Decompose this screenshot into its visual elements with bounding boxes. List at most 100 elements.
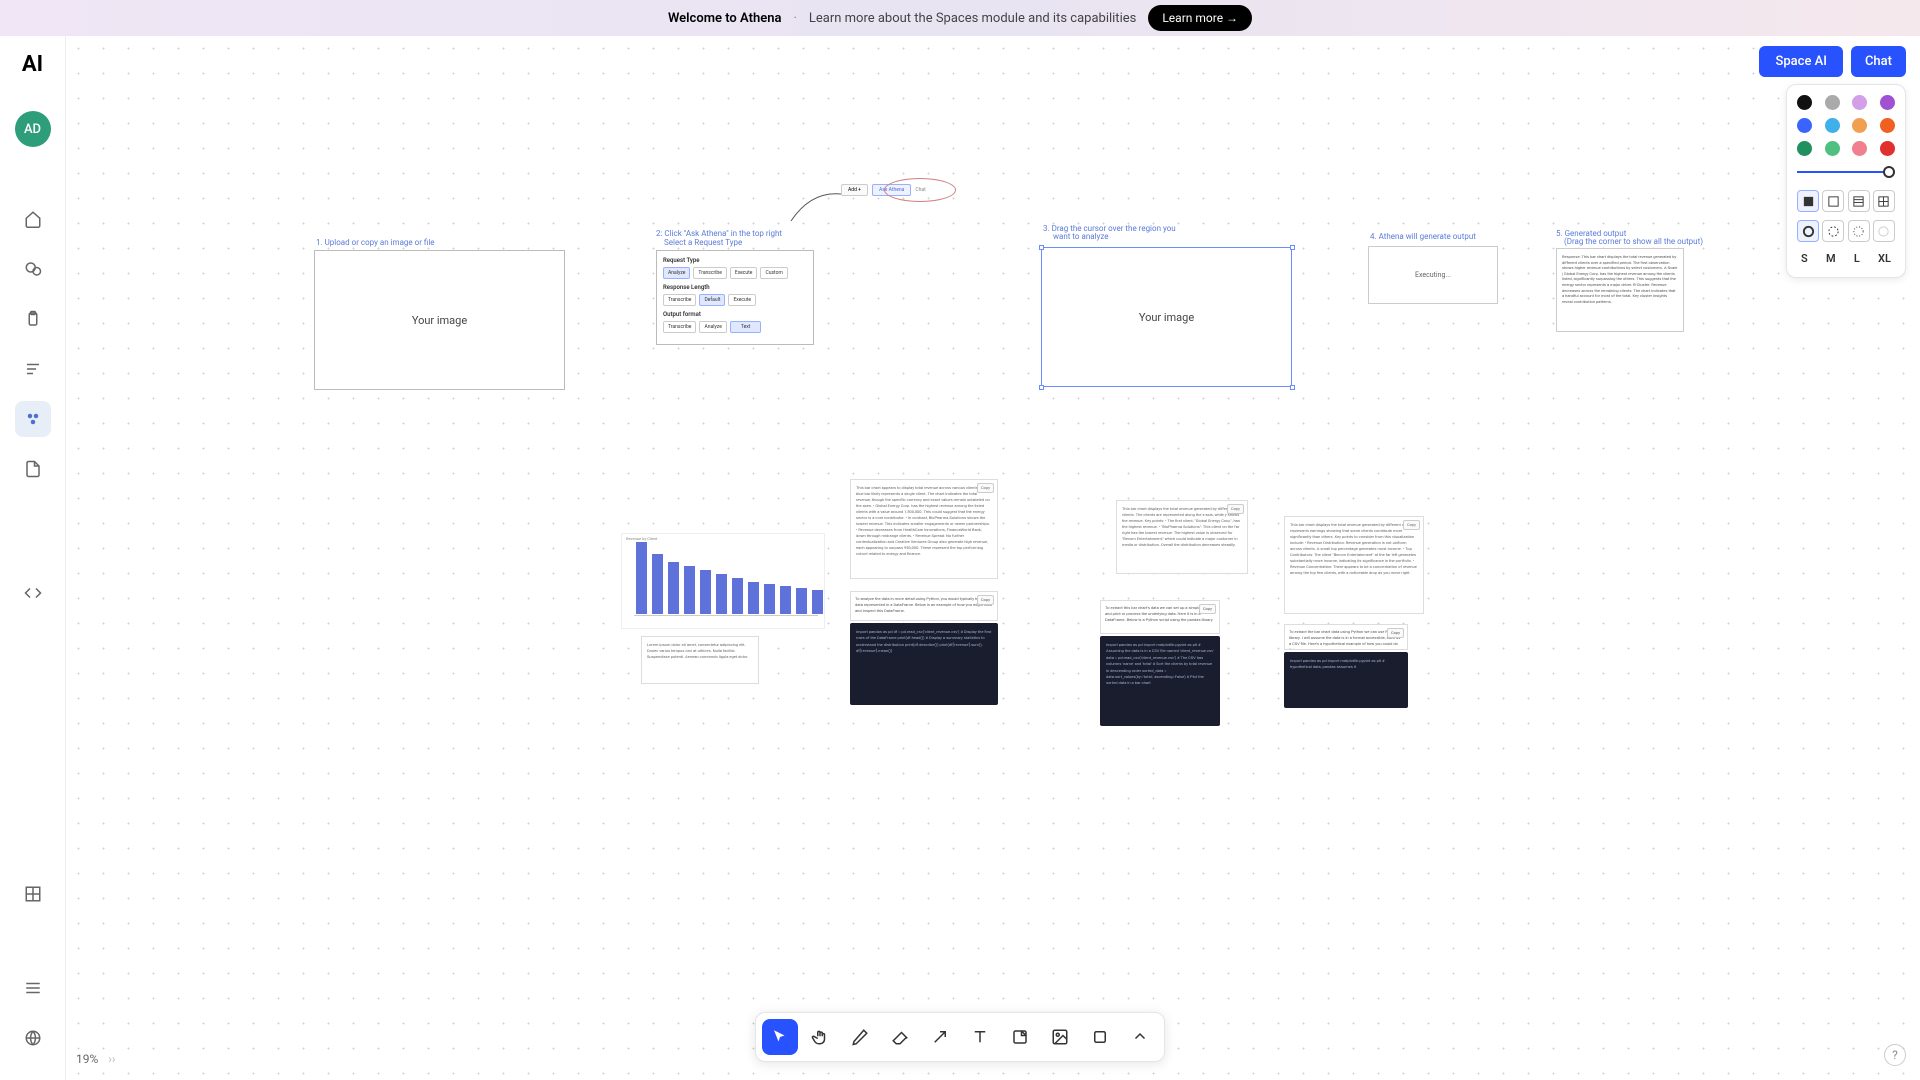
chat-icon[interactable] [15, 251, 51, 287]
code-intro-3: Copy To extract the bar chart data using… [1284, 624, 1408, 650]
grid-icon[interactable] [15, 876, 51, 912]
step4-label: 4. Athena will generate output [1370, 232, 1476, 241]
file-icon[interactable] [15, 451, 51, 487]
user-avatar[interactable]: AD [15, 111, 51, 147]
step3-image-placeholder: Your image [1041, 247, 1292, 387]
color-mint[interactable] [1825, 141, 1840, 156]
space-ai-button[interactable]: Space AI [1759, 46, 1842, 77]
clipboard-icon[interactable] [15, 301, 51, 337]
copy-button: Copy [977, 483, 994, 493]
hand-tool[interactable] [802, 1019, 838, 1055]
color-amber[interactable] [1852, 118, 1867, 133]
select-tool[interactable] [762, 1019, 798, 1055]
color-sky[interactable] [1825, 118, 1840, 133]
color-blue[interactable] [1797, 118, 1812, 133]
size-m[interactable]: M [1822, 250, 1840, 267]
color-purple[interactable] [1880, 95, 1895, 110]
code-intro-1: Copy To analyze the data in more detail … [850, 591, 998, 621]
code-card-1: import pandas as pd df = pd.read_csv('cl… [850, 623, 998, 705]
copy-button: Copy [1199, 604, 1216, 614]
text-tool[interactable] [962, 1019, 998, 1055]
step1-label: 1. Upload or copy an image or file [316, 238, 435, 247]
sample-chart: Revenue by Client [621, 533, 825, 629]
color-lilac[interactable] [1852, 95, 1867, 110]
request-panel: Request Type AnalyzeTranscribeExecuteCus… [656, 250, 814, 345]
help-button[interactable]: ? [1884, 1044, 1906, 1066]
shape-tool[interactable] [1082, 1019, 1118, 1055]
stroke-dashed-icon[interactable] [1822, 220, 1844, 242]
color-row-2 [1797, 118, 1895, 133]
analysis-card-1: Copy This bar chart appears to display t… [850, 479, 998, 579]
color-row-3 [1797, 141, 1895, 156]
chart-bars [636, 544, 823, 614]
color-black[interactable] [1797, 95, 1812, 110]
color-orange[interactable] [1880, 118, 1895, 133]
chart-title: Revenue by Client [626, 536, 657, 541]
note-tool[interactable] [1002, 1019, 1038, 1055]
spaces-icon[interactable] [15, 401, 51, 437]
output-format-heading: Output format [663, 311, 807, 318]
code-card-3: import pandas as pd import matplotlib.py… [1284, 652, 1408, 708]
fill-hatch-icon[interactable] [1848, 190, 1870, 212]
request-type-heading: Request Type [663, 257, 807, 264]
fill-row [1797, 190, 1895, 212]
learn-more-button[interactable]: Learn more → [1148, 5, 1252, 31]
color-pink[interactable] [1852, 141, 1867, 156]
zoom-expand-icon[interactable]: ›› [108, 1052, 115, 1066]
copy-button: Copy [1227, 504, 1244, 514]
code-card-2: import pandas as pd import matplotlib.py… [1100, 636, 1220, 726]
left-rail: AI AD [0, 36, 66, 1080]
color-green[interactable] [1797, 141, 1812, 156]
welcome-banner: Welcome to Athena · Learn more about the… [0, 0, 1920, 36]
color-red[interactable] [1880, 141, 1895, 156]
executing-box: Executing... [1368, 246, 1498, 304]
expand-tool[interactable] [1122, 1019, 1158, 1055]
response-length-heading: Response Length [663, 284, 807, 291]
image-tool[interactable] [1042, 1019, 1078, 1055]
size-xl[interactable]: XL [1874, 250, 1895, 267]
globe-icon[interactable] [15, 1020, 51, 1056]
step3-label-b: want to analyze [1053, 232, 1108, 241]
arrow-tool[interactable] [922, 1019, 958, 1055]
analysis-card-2: Copy This bar chart displays the total r… [1116, 500, 1248, 574]
stroke-solid-icon[interactable] [1797, 220, 1819, 242]
style-panel: S M L XL [1786, 84, 1906, 278]
annotation-arrow [786, 186, 846, 226]
sample-text-card: Lorem ipsum dolor sit amet, consectetur … [641, 636, 759, 684]
size-s[interactable]: S [1797, 250, 1812, 267]
banner-desc: Learn more about the Spaces module and i… [809, 11, 1136, 26]
step2-label-a: 2: Click "Ask Athena" in the top right [656, 229, 782, 238]
fill-outline-icon[interactable] [1822, 190, 1844, 212]
size-l[interactable]: L [1850, 250, 1864, 267]
banner-sep: · [793, 11, 796, 26]
stroke-dotted-icon[interactable] [1848, 220, 1870, 242]
copy-button: Copy [1403, 520, 1420, 530]
stroke-slider[interactable] [1797, 164, 1895, 180]
step2-label-b: Select a Request Type [664, 238, 742, 247]
color-row-1 [1797, 95, 1895, 110]
banner-title: Welcome to Athena [668, 11, 781, 26]
result-box: Response: This bar chart displays the to… [1556, 248, 1684, 332]
zoom-indicator[interactable]: 19% ›› [76, 1052, 116, 1066]
stroke-row [1797, 220, 1895, 242]
list-icon[interactable] [15, 351, 51, 387]
home-icon[interactable] [15, 201, 51, 237]
annotation-oval [884, 178, 956, 202]
top-right-actions: Space AI Chat [1759, 46, 1906, 77]
stroke-none-icon[interactable] [1873, 220, 1895, 242]
eraser-tool[interactable] [882, 1019, 918, 1055]
color-gray[interactable] [1825, 95, 1840, 110]
chat-button[interactable]: Chat [1851, 46, 1906, 77]
pen-tool[interactable] [842, 1019, 878, 1055]
canvas[interactable]: Add + Ask Athena Chat 1. Upload or copy … [66, 36, 1920, 1080]
size-row: S M L XL [1797, 250, 1895, 267]
copy-button: Copy [977, 595, 994, 605]
fill-solid-icon[interactable] [1797, 190, 1819, 212]
zoom-value: 19% [76, 1052, 98, 1066]
bottom-toolbar [755, 1012, 1165, 1062]
code-icon[interactable] [15, 575, 51, 611]
fill-grid-icon[interactable] [1873, 190, 1895, 212]
app-logo: AI [22, 52, 43, 77]
menu-icon[interactable] [15, 970, 51, 1006]
analysis-card-3: Copy This bar chart displays the total r… [1284, 516, 1424, 614]
